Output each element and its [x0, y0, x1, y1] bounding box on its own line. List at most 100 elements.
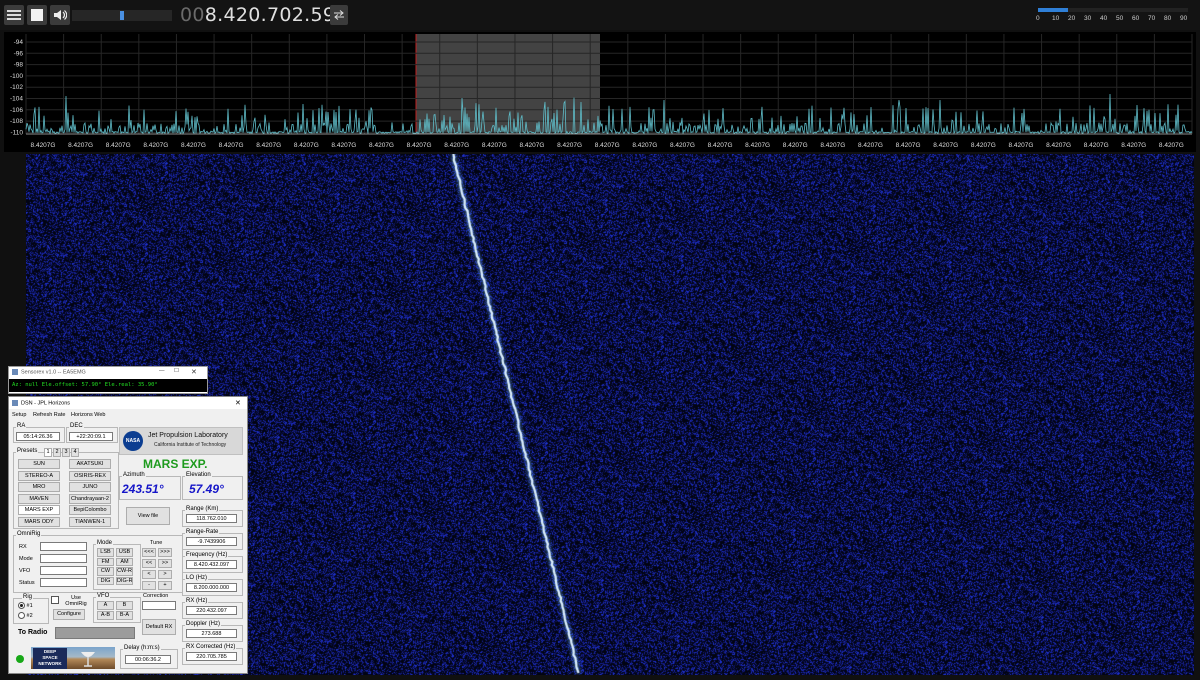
- mode-button[interactable]: DIG: [97, 576, 114, 585]
- to-radio-button[interactable]: [55, 627, 135, 639]
- menu-button[interactable]: [4, 5, 24, 25]
- preset-tab-2[interactable]: 2: [53, 448, 61, 457]
- vfo-button[interactable]: A: [97, 601, 114, 610]
- preset-button[interactable]: MARS ODY: [18, 516, 60, 527]
- doppler-field[interactable]: 273.688: [186, 629, 237, 638]
- delay-field[interactable]: 00:06:36.2: [125, 655, 171, 664]
- presets-label: Presets: [16, 448, 39, 455]
- menu-setup[interactable]: Setup: [12, 412, 26, 418]
- zoom-tick-label: 90: [1180, 15, 1188, 22]
- rig-option-2[interactable]: #2: [18, 612, 33, 619]
- preset-tab-3[interactable]: 3: [62, 448, 70, 457]
- preset-button[interactable]: STEREO-A: [18, 470, 60, 481]
- dsn-title-text: DSN - JPL Horizons: [21, 400, 71, 407]
- use-omnirig-checkbox[interactable]: [51, 596, 59, 604]
- radio-selected-icon: [18, 602, 25, 609]
- freq-tick-label: 8.4207G: [143, 142, 168, 149]
- zoom-tick-label: 60: [1132, 15, 1140, 22]
- db-tick-label: -106: [10, 107, 23, 114]
- rig-option-1[interactable]: #1: [18, 602, 33, 609]
- db-tick-label: -104: [10, 96, 23, 103]
- zoom-tick-label: 0: [1036, 15, 1040, 22]
- mode-button[interactable]: FM: [97, 557, 114, 566]
- close-icon[interactable]: ✕: [191, 368, 197, 376]
- stop-button[interactable]: [27, 5, 47, 25]
- preset-button[interactable]: MAVEN: [18, 493, 60, 504]
- freq-tick-label: 8.4207G: [519, 142, 544, 149]
- tune-button[interactable]: >>: [158, 559, 172, 568]
- frequency-display[interactable]: 008.420.702.599: [180, 4, 348, 26]
- mute-button[interactable]: [50, 5, 70, 25]
- maximize-icon[interactable]: ☐: [174, 368, 179, 374]
- preset-button[interactable]: Chandrayaan-2: [69, 493, 111, 504]
- sensorex-window: Sensorex v1.0 -- EA5EMG — ☐ ✕ Az: null E…: [8, 366, 208, 394]
- tune-button[interactable]: <<: [142, 559, 156, 568]
- vfo-button[interactable]: A-B: [97, 611, 114, 620]
- swap-button[interactable]: [330, 5, 348, 25]
- volume-slider-handle[interactable]: [120, 11, 124, 20]
- azimuth-label: Azimuth: [122, 472, 146, 479]
- tune-button[interactable]: <<<: [142, 548, 156, 557]
- preset-button[interactable]: OSIRIS-REX: [69, 470, 111, 481]
- zoom-slider-fill: [1038, 8, 1068, 12]
- frequency-value: 8.420.702.599: [204, 4, 348, 26]
- freq-tick-label: 8.4207G: [858, 142, 883, 149]
- rx-field[interactable]: 220.432.097: [186, 606, 237, 615]
- freq-tick-label: 8.4207G: [256, 142, 281, 149]
- tune-button[interactable]: +: [158, 581, 172, 590]
- omnirig-row-field[interactable]: [40, 554, 87, 563]
- speaker-icon: [54, 10, 67, 20]
- preset-button[interactable]: SUN: [18, 459, 60, 469]
- freq-tick-label: 8.4207G: [31, 142, 56, 149]
- preset-tab-4[interactable]: 4: [71, 448, 79, 457]
- preset-button[interactable]: AKATSUKI: [69, 459, 111, 469]
- preset-button[interactable]: MRO: [18, 482, 60, 492]
- mode-button[interactable]: LSB: [97, 548, 114, 557]
- freq-tick-label: 8.4207G: [1159, 142, 1184, 149]
- vfo-button[interactable]: B: [116, 601, 133, 610]
- freq-tick-label: 8.4207G: [632, 142, 657, 149]
- mode-button[interactable]: DIG-R: [116, 576, 133, 585]
- menu-refresh-rate[interactable]: Refresh Rate: [33, 412, 65, 418]
- dec-field[interactable]: +22:20:09.1: [69, 432, 113, 441]
- omnirig-row-field[interactable]: [40, 566, 87, 575]
- close-icon[interactable]: ✕: [235, 399, 241, 407]
- preset-button[interactable]: BepiColombo: [69, 505, 111, 515]
- frequency-field[interactable]: 8.420.432.097: [186, 560, 237, 569]
- tune-button[interactable]: -: [142, 581, 156, 590]
- minimize-icon[interactable]: —: [159, 368, 165, 374]
- default-rx-button[interactable]: Default RX: [142, 619, 176, 635]
- preset-button[interactable]: TIANWEN-1: [69, 516, 111, 527]
- spectrum-plot: -94 -96 -98 -100 -102 -104 -106 -108 -110 8.4207G…: [10, 34, 1193, 149]
- configure-button[interactable]: Configure: [53, 609, 85, 620]
- correction-field[interactable]: [142, 601, 176, 610]
- lo-field[interactable]: 8.200.000.000: [186, 583, 237, 592]
- freq-tick-label: 8.4207G: [933, 142, 958, 149]
- preset-button[interactable]: JUNO: [69, 482, 111, 492]
- omnirig-row-field[interactable]: [40, 542, 87, 551]
- view-file-button[interactable]: View file: [126, 507, 170, 525]
- omnirig-row-field[interactable]: [40, 578, 87, 587]
- omnirig-row-label: Mode: [19, 556, 33, 562]
- rx-corrected-field[interactable]: 220.705.785: [186, 652, 237, 661]
- mode-button[interactable]: USB: [116, 548, 133, 557]
- tune-button[interactable]: >: [158, 570, 172, 579]
- tune-button[interactable]: >>>: [158, 548, 172, 557]
- range-field[interactable]: 118.762.010: [186, 514, 237, 523]
- jpl-logo: NASA Jet Propulsion Laboratory Californi…: [119, 427, 243, 455]
- vfo-button[interactable]: B-A: [116, 611, 133, 620]
- db-tick-label: -96: [14, 50, 24, 57]
- preset-tab-1[interactable]: 1: [44, 448, 52, 457]
- ra-field[interactable]: 05:14:26.36: [16, 432, 60, 441]
- sensorex-status-bar: Az: null Ele.offset: 57.90° Ele.real: 35…: [9, 379, 207, 392]
- menu-horizons-web[interactable]: Horizons Web: [71, 412, 105, 418]
- mode-button[interactable]: CW-R: [116, 567, 133, 576]
- spectrum-display[interactable]: -94 -96 -98 -100 -102 -104 -106 -108 -110 8.4207G…: [4, 32, 1196, 152]
- range-rate-field[interactable]: -9.7439906: [186, 537, 237, 546]
- mode-button[interactable]: CW: [97, 567, 114, 576]
- tune-button[interactable]: <: [142, 570, 156, 579]
- preset-button[interactable]: MARS EXP: [18, 505, 60, 515]
- mode-button[interactable]: AM: [116, 557, 133, 566]
- sensorex-title-text: Sensorex v1.0 -- EA5EMG: [21, 369, 86, 376]
- zoom-tick-label: 30: [1084, 15, 1092, 22]
